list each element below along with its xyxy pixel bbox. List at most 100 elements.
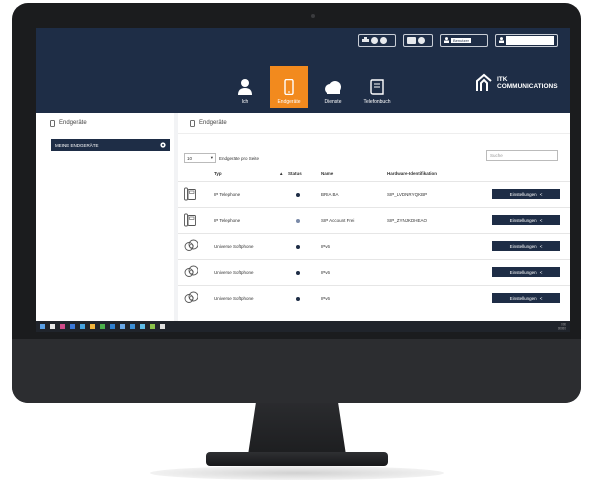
settings-button[interactable]: Einstellungen < — [492, 189, 560, 199]
settings-button[interactable]: Einstellungen < — [492, 267, 560, 277]
nav-dienste-label: Dienste — [324, 99, 342, 105]
main-title: Endgeräte — [199, 120, 227, 126]
cell-name: IPv6 — [321, 296, 331, 301]
table-header: Typ ▲ Status Name Hardware-Identifikatio… — [178, 168, 570, 180]
page-size-label: Endgeräte pro Seite — [219, 155, 260, 161]
phone-icon — [50, 119, 55, 127]
share-icon: < — [539, 243, 543, 249]
user-icon — [444, 36, 449, 45]
settings-button[interactable]: Einstellungen < — [492, 293, 560, 303]
badge-dot — [380, 37, 387, 44]
cell-name: SIP Account Frei — [321, 218, 355, 223]
nav-endgeraete-label: Endgeräte — [277, 99, 301, 105]
phone-icon — [284, 79, 294, 95]
settings-button[interactable]: Einstellungen < — [492, 241, 560, 251]
main-nav: Ich Endgeräte Dienste Telefonbuch — [226, 66, 396, 108]
webcam — [311, 14, 315, 18]
taskbar-clock: ▯▯▯ ▯▯▯▯▯ — [557, 322, 566, 330]
page-size-value: 10 — [187, 155, 193, 161]
col-hardware[interactable]: Hardware-Identifikation — [387, 171, 437, 176]
taskbar-app-icon[interactable] — [100, 324, 105, 329]
book-icon — [370, 79, 384, 95]
mail-button[interactable] — [403, 34, 433, 47]
taskbar-app-icon[interactable] — [160, 324, 165, 329]
monitor-stand-neck — [248, 403, 346, 455]
badge-dot — [371, 37, 378, 44]
table-row: IP Telephone BRIA BA SIP_LVDNRYQKBP Einstel… — [178, 181, 570, 207]
settings-button-label: Einstellungen — [509, 191, 537, 197]
nav-telefonbuch-label: Telefonbuch — [363, 99, 391, 105]
main-header: Endgeräte — [178, 113, 570, 134]
nav-telefonbuch[interactable]: Telefonbuch — [358, 66, 396, 108]
badge-dot — [418, 37, 425, 44]
taskbar-app-icon[interactable] — [120, 324, 125, 329]
status-indicator — [296, 245, 300, 249]
status-indicator — [296, 271, 300, 275]
print-button[interactable] — [358, 34, 396, 47]
start-icon[interactable] — [40, 324, 45, 329]
settings-button-label: Einstellungen — [509, 243, 537, 249]
share-icon: < — [539, 217, 543, 223]
table-row: Universe Softphone IPv6 Einstellungen < — [178, 233, 570, 259]
cell-name: IPv6 — [321, 270, 331, 275]
floor-shadow — [150, 466, 444, 480]
settings-button-label: Einstellungen — [509, 217, 537, 223]
taskbar-app-icon[interactable] — [110, 324, 115, 329]
taskbar-app-icon[interactable] — [130, 324, 135, 329]
page-size-control: 10 ▾ Endgeräte pro Seite — [184, 153, 259, 163]
cell-type: Universe Softphone — [214, 270, 254, 275]
taskbar-app-icon[interactable] — [60, 324, 65, 329]
user-menu-label: Benutzer — [451, 38, 472, 43]
taskbar-app-icon[interactable] — [90, 324, 95, 329]
sort-asc-icon[interactable]: ▲ — [279, 171, 283, 176]
sidebar-header: Endgeräte — [36, 113, 174, 133]
softphone-icon — [184, 239, 199, 253]
cell-type: Universe Softphone — [214, 244, 254, 249]
taskbar-app-icon[interactable] — [50, 324, 55, 329]
logo-line2: COMMUNICATIONS — [497, 83, 558, 90]
share-icon: < — [539, 191, 543, 197]
settings-button-label: Einstellungen — [509, 269, 537, 275]
col-status[interactable]: Status — [288, 171, 302, 176]
sidebar-item-label: MEINE ENDGERÄTE — [55, 142, 99, 148]
person-icon — [238, 79, 252, 95]
nav-ich[interactable]: Ich — [226, 66, 264, 108]
os-taskbar: ▯▯▯ ▯▯▯▯▯ — [36, 321, 570, 332]
taskbar-app-icon[interactable] — [150, 324, 155, 329]
status-indicator — [296, 193, 300, 197]
app-header: Benutzer Ich Endgeräte Dienste Telefonbu… — [36, 28, 570, 113]
settings-button[interactable]: Einstellungen < — [492, 215, 560, 225]
main-panel: Endgeräte 10 ▾ Endgeräte pro Seite Suche … — [178, 113, 570, 321]
screen: Benutzer Ich Endgeräte Dienste Telefonbu… — [36, 28, 570, 332]
taskbar-app-icon[interactable] — [140, 324, 145, 329]
taskbar-app-icon[interactable] — [80, 324, 85, 329]
softphone-icon — [184, 265, 199, 279]
table-row: IP Telephone SIP Account Frei SIP_ZYNJKDHE… — [178, 207, 570, 233]
account-button[interactable] — [495, 34, 558, 47]
col-typ[interactable]: Typ — [214, 171, 222, 176]
col-name[interactable]: Name — [321, 171, 333, 176]
cell-name: IPv6 — [321, 244, 331, 249]
softphone-icon — [184, 291, 199, 305]
sidebar-title: Endgeräte — [59, 120, 87, 126]
status-indicator — [296, 219, 300, 223]
sidebar: Endgeräte MEINE ENDGERÄTE — [36, 113, 174, 321]
chevron-down-icon: ▾ — [210, 155, 213, 160]
cell-type: IP Telephone — [214, 218, 241, 223]
settings-icon — [160, 142, 166, 148]
top-toolbar: Benutzer — [358, 34, 558, 47]
nav-dienste[interactable]: Dienste — [314, 66, 352, 108]
page-size-select[interactable]: 10 ▾ — [184, 153, 216, 163]
sidebar-item-meine-endgeraete[interactable]: MEINE ENDGERÄTE — [51, 139, 170, 151]
taskbar-app-icon[interactable] — [70, 324, 75, 329]
itk-logo-icon — [476, 73, 492, 91]
nav-endgeraete[interactable]: Endgeräte — [270, 66, 308, 108]
share-icon: < — [539, 269, 543, 275]
search-input[interactable]: Suche — [486, 150, 558, 161]
mail-icon — [407, 37, 416, 44]
cell-hardware-id: SIP_ZYNJKDHEAO — [387, 218, 428, 223]
cloud-icon — [325, 81, 341, 94]
user-menu-button[interactable]: Benutzer — [440, 34, 488, 47]
monitor-stand-base — [206, 452, 388, 466]
table-row: Universe Softphone IPv6 Einstellungen < — [178, 259, 570, 285]
